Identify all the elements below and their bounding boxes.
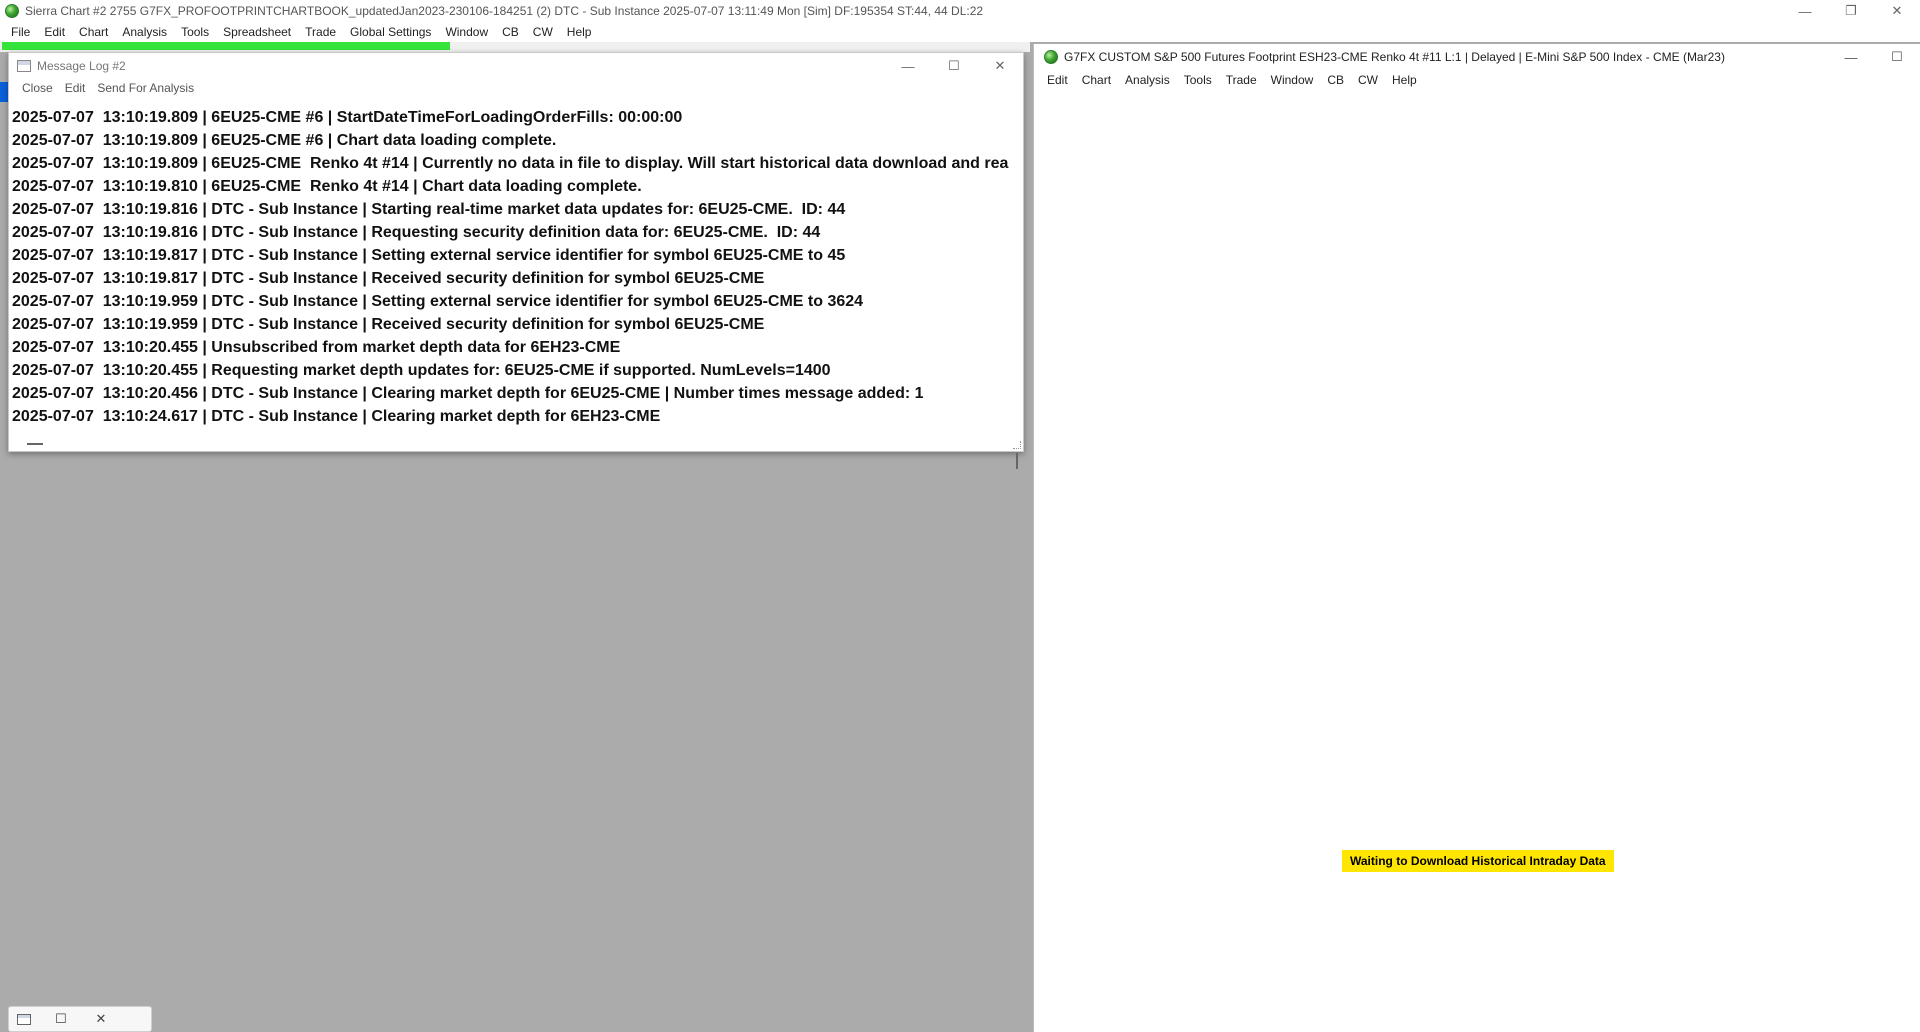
message-log-window: Message Log #2 — ☐ ✕ Close Edit Send For… (8, 52, 1024, 469)
chart-menu-cb[interactable]: CB (1320, 73, 1351, 87)
log-line: 2025-07-07 13:10:20.455 | Requesting mar… (12, 362, 831, 379)
menu-cb[interactable]: CB (495, 25, 526, 39)
vertical-scroll-thumb[interactable] (1016, 453, 1018, 469)
horizontal-scroll-thumb[interactable] (27, 443, 43, 445)
menu-trade[interactable]: Trade (298, 25, 343, 39)
app-titlebar: Sierra Chart #2 2755 G7FX_PROFOOTPRINTCH… (0, 0, 1920, 22)
menu-help[interactable]: Help (560, 25, 599, 39)
minimize-icon[interactable]: — (885, 53, 931, 79)
app-menubar: File Edit Chart Analysis Tools Spreadshe… (0, 22, 1920, 42)
menu-analysis[interactable]: Analysis (115, 25, 174, 39)
chart-menu-window[interactable]: Window (1264, 73, 1321, 87)
chart-menu-analysis[interactable]: Analysis (1118, 73, 1177, 87)
menu-cw[interactable]: CW (526, 25, 560, 39)
message-log-menubar: Close Edit Send For Analysis (9, 79, 1023, 97)
log-line: 2025-07-07 13:10:24.617 | DTC - Sub Inst… (12, 408, 661, 425)
maximize-icon[interactable]: ☐ (1874, 44, 1920, 70)
close-icon[interactable]: ✕ (977, 53, 1023, 79)
chart-menu-trade[interactable]: Trade (1219, 73, 1264, 87)
log-line: 2025-07-07 13:10:20.455 | Unsubscribed f… (12, 339, 621, 356)
chart-titlebar[interactable]: G7FX CUSTOM S&P 500 Futures Footprint ES… (1034, 44, 1920, 70)
sierra-chart-logo-icon (5, 4, 19, 18)
log-line: 2025-07-07 13:10:19.816 | DTC - Sub Inst… (12, 201, 846, 218)
maximize-icon[interactable]: ☐ (41, 1011, 81, 1027)
message-log-close-menu[interactable]: Close (16, 81, 59, 95)
vertical-scrollbar[interactable] (1009, 101, 1023, 469)
window-icon (17, 1013, 31, 1025)
send-for-analysis-menu[interactable]: Send For Analysis (91, 81, 200, 95)
log-line: 2025-07-07 13:10:19.816 | DTC - Sub Inst… (12, 224, 821, 241)
menu-file[interactable]: File (4, 25, 37, 39)
horizontal-scrollbar[interactable] (9, 437, 1009, 451)
minimize-icon[interactable]: — (1828, 44, 1874, 70)
chart-tab-indicator[interactable] (0, 82, 8, 102)
menu-edit[interactable]: Edit (37, 25, 72, 39)
connection-status-strip (2, 42, 450, 50)
app-window-controls: — ❐ ✕ (1782, 0, 1920, 22)
maximize-icon[interactable]: ☐ (931, 53, 977, 79)
menu-global-settings[interactable]: Global Settings (343, 25, 438, 39)
message-log-edit-menu[interactable]: Edit (59, 81, 92, 95)
app-restore-icon[interactable]: ❐ (1828, 0, 1874, 22)
chart-window: G7FX CUSTOM S&P 500 Futures Footprint ES… (1033, 44, 1920, 1032)
app-close-icon[interactable]: ✕ (1874, 0, 1920, 22)
message-log-body[interactable]: 2025-07-07 13:10:19.809 | 6EU25-CME #6 |… (9, 101, 1009, 437)
chart-menu-help[interactable]: Help (1385, 73, 1424, 87)
status-badge: Waiting to Download Historical Intraday … (1342, 850, 1614, 872)
menu-spreadsheet[interactable]: Spreadsheet (216, 25, 298, 39)
resize-grip-icon[interactable] (1013, 441, 1021, 449)
chart-menu-edit[interactable]: Edit (1040, 73, 1075, 87)
menu-window[interactable]: Window (438, 25, 495, 39)
chart-window-controls: — ☐ (1828, 44, 1920, 70)
log-line: 2025-07-07 13:10:19.959 | DTC - Sub Inst… (12, 316, 765, 333)
log-line: 2025-07-07 13:10:20.456 | DTC - Sub Inst… (12, 385, 924, 402)
chart-title: G7FX CUSTOM S&P 500 Futures Footprint ES… (1064, 50, 1725, 64)
app-title: Sierra Chart #2 2755 G7FX_PROFOOTPRINTCH… (25, 4, 984, 18)
log-line: 2025-07-07 13:10:19.809 | 6EU25-CME #6 |… (12, 109, 683, 126)
minimized-window[interactable]: ☐ ✕ (8, 1006, 152, 1032)
chart-menu-cw[interactable]: CW (1351, 73, 1385, 87)
chart-menubar: Edit Chart Analysis Tools Trade Window C… (1034, 70, 1920, 90)
log-line: 2025-07-07 13:10:19.817 | DTC - Sub Inst… (12, 270, 765, 287)
menu-tools[interactable]: Tools (174, 25, 216, 39)
log-line: 2025-07-07 13:10:19.810 | 6EU25-CME Renk… (12, 178, 642, 195)
log-line: 2025-07-07 13:10:19.959 | DTC - Sub Inst… (12, 293, 864, 310)
sierra-chart-logo-icon (1044, 50, 1058, 64)
message-log-titlebar[interactable]: Message Log #2 — ☐ ✕ (9, 53, 1023, 79)
menu-chart[interactable]: Chart (72, 25, 115, 39)
log-line: 2025-07-07 13:10:19.809 | 6EU25-CME #6 |… (12, 132, 557, 149)
message-log-controls: — ☐ ✕ (885, 53, 1023, 79)
chart-area[interactable]: Waiting to Download Historical Intraday … (1034, 90, 1920, 1032)
log-line: 2025-07-07 13:10:19.809 | 6EU25-CME Renk… (12, 155, 1009, 172)
message-log-title: Message Log #2 (37, 59, 126, 73)
chart-menu-chart[interactable]: Chart (1075, 73, 1118, 87)
chart-menu-tools[interactable]: Tools (1177, 73, 1219, 87)
window-icon (17, 60, 31, 72)
close-icon[interactable]: ✕ (81, 1011, 121, 1027)
app-minimize-icon[interactable]: — (1782, 0, 1828, 22)
log-line: 2025-07-07 13:10:19.817 | DTC - Sub Inst… (12, 247, 846, 264)
